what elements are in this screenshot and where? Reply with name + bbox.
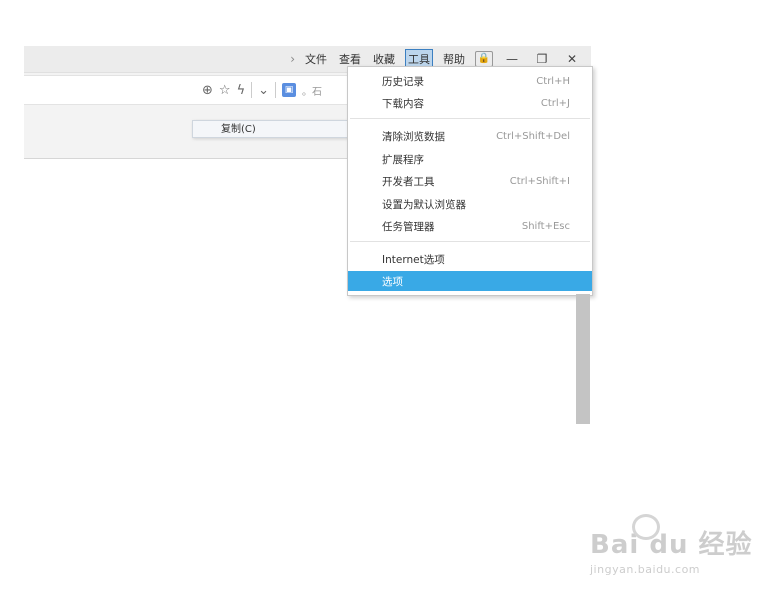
divider: [251, 82, 253, 98]
address-bar-icons: ⊕ ☆ ϟ ⌄ ▣ 。石: [202, 82, 322, 98]
chevron-right-icon[interactable]: ›: [290, 52, 295, 66]
menu-item-label: 设置为默认浏览器: [382, 198, 466, 211]
menu-item-devtools[interactable]: 开发者工具 Ctrl+Shift+I: [348, 171, 592, 191]
menu-item-internet-options[interactable]: Internet选项: [348, 249, 592, 269]
menu-item-downloads[interactable]: 下载内容 Ctrl+J: [348, 93, 592, 113]
menu-item-label: 扩展程序: [382, 153, 424, 166]
divider: [275, 82, 277, 98]
watermark-url: jingyan.baidu.com: [590, 563, 701, 576]
shortcut-label: Ctrl+H: [536, 75, 570, 87]
shortcut-label: Shift+Esc: [521, 220, 570, 232]
shortcut-label: Ctrl+Shift+Del: [496, 130, 570, 142]
menu-divider: [350, 118, 590, 119]
menu-item-clear-data[interactable]: 清除浏览数据 Ctrl+Shift+Del: [348, 126, 592, 146]
watermark-logo: Bai du 经验: [590, 530, 753, 560]
paw-icon: [632, 514, 660, 540]
tools-dropdown-menu: 历史记录 Ctrl+H 下载内容 Ctrl+J 清除浏览数据 Ctrl+Shif…: [347, 66, 593, 296]
star-icon[interactable]: ☆: [219, 83, 231, 98]
baidu-jingyan-watermark: Bai du 经验 jingyan.baidu.com: [590, 514, 753, 576]
zoom-icon[interactable]: ⊕: [202, 83, 213, 98]
menu-item-set-default[interactable]: 设置为默认浏览器: [348, 194, 592, 214]
menu-item-label: 历史记录: [382, 75, 424, 88]
menu-file[interactable]: 文件: [303, 50, 329, 68]
minimize-icon[interactable]: —: [501, 52, 523, 66]
clipped-text: 。石: [302, 86, 323, 98]
menu-item-label: Internet选项: [382, 253, 445, 266]
lock-icon[interactable]: 🔒: [475, 51, 493, 67]
menu-item-options[interactable]: 选项: [348, 271, 592, 291]
shortcut-label: Ctrl+Shift+I: [509, 175, 570, 187]
menu-item-label: 清除浏览数据: [382, 130, 445, 143]
close-icon[interactable]: ✕: [561, 52, 583, 66]
shortcut-label: Ctrl+J: [540, 97, 570, 109]
menu-item-label: 任务管理器: [382, 220, 435, 233]
menu-item-label: 开发者工具: [382, 175, 435, 188]
lightning-icon[interactable]: ϟ: [237, 83, 246, 98]
extension-icon[interactable]: ▣: [282, 83, 297, 97]
menu-item-label: 选项: [382, 275, 403, 288]
chevron-down-icon[interactable]: ⌄: [258, 83, 269, 98]
menu-item-label: 下载内容: [382, 97, 424, 110]
restore-icon[interactable]: ❐: [531, 52, 553, 66]
menu-item-extensions[interactable]: 扩展程序: [348, 149, 592, 169]
menu-divider: [350, 241, 590, 242]
menu-item-task-manager[interactable]: 任务管理器 Shift+Esc: [348, 216, 592, 236]
scrollbar[interactable]: [576, 294, 590, 424]
menu-item-history[interactable]: 历史记录 Ctrl+H: [348, 71, 592, 91]
